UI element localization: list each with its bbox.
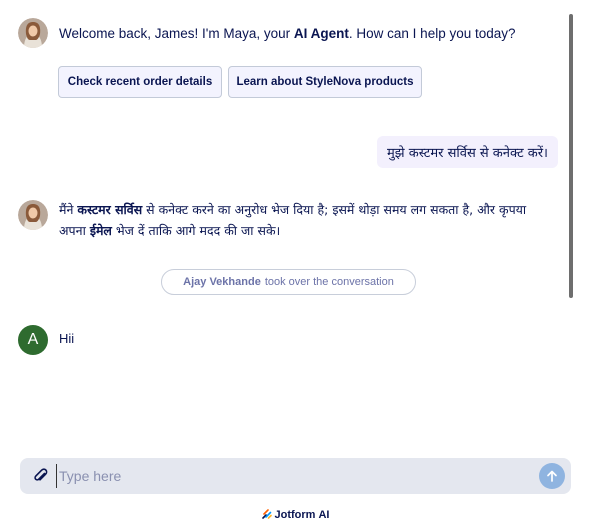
footer-brand: Jotform [274, 509, 316, 521]
takeover-agent-name: Ajay Vekhande [183, 276, 261, 288]
welcome-suffix-text: . How can I help you today? [348, 26, 516, 41]
takeover-notice: Ajay Vekhande took over the conversation [161, 269, 416, 295]
welcome-bold-text: AI Agent [293, 26, 349, 41]
learn-products-button[interactable]: Learn about StyleNova products [228, 66, 422, 98]
bot-reply-message: मैंने कस्टमर सर्विस से कनेक्ट करने का अन… [59, 199, 569, 241]
chat-conversation: Welcome back, James! I'm Maya, your AI A… [0, 0, 591, 450]
composer [20, 458, 571, 494]
paperclip-icon[interactable] [32, 467, 50, 485]
footer-suffix: AI [318, 509, 330, 521]
welcome-message: Welcome back, James! I'm Maya, your AI A… [59, 23, 516, 44]
welcome-text: Welcome back, James! I'm Maya, your [59, 26, 294, 41]
jotform-logo-icon [261, 508, 272, 522]
agent-message-text: Hii [59, 331, 75, 346]
agent-initial: A [27, 331, 39, 348]
check-order-button[interactable]: Check recent order details [58, 66, 222, 98]
reply-text: अपना [59, 223, 90, 238]
user-message-text: मुझे कस्टमर सर्विस से कनेक्ट करें। [387, 146, 548, 161]
user-message-bubble: मुझे कस्टमर सर्विस से कनेक्ट करें। [377, 136, 558, 168]
powered-by-footer[interactable]: Jotform AI [0, 507, 591, 523]
message-input[interactable] [56, 464, 526, 488]
agent-message: Hii [59, 331, 74, 346]
arrow-up-icon [547, 470, 557, 482]
reply-text: भेज दें ताकि आगे मदद की जा सके। [111, 223, 281, 238]
scrollbar-thumb[interactable] [569, 14, 573, 298]
maya-avatar-icon [18, 200, 48, 230]
reply-text: से कनेक्ट करने का अनुरोध भेज दिया है; इस… [142, 202, 527, 217]
agent-avatar: A [18, 325, 48, 355]
takeover-text: took over the conversation [264, 276, 394, 288]
maya-avatar-icon [18, 18, 48, 48]
send-button[interactable] [539, 463, 565, 489]
reply-bold-text: ईमेल [89, 223, 112, 238]
reply-text: मैंने [59, 202, 78, 217]
reply-bold-text: कस्टमर सर्विस [77, 202, 143, 217]
